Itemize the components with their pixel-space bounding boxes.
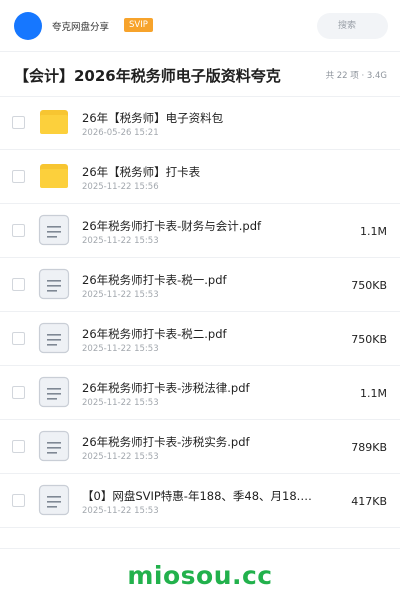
document-icon: [38, 268, 70, 300]
file-date: 2026-05-26 15:21: [82, 128, 159, 138]
folder-icon: [40, 164, 68, 188]
folder-meta: 共 22 项 · 3.4G: [325, 71, 387, 81]
file-date: 2025-11-22 15:53: [82, 452, 159, 462]
file-name: 26年税务师打卡表-财务与会计.pdf: [82, 219, 262, 233]
row-checkbox[interactable]: [12, 224, 25, 237]
svip-badge: SVIP: [124, 18, 153, 32]
file-size: 1.1M: [360, 387, 387, 400]
file-date: 2025-11-22 15:53: [82, 344, 159, 354]
file-size: 789KB: [351, 441, 387, 454]
file-size: 1.1M: [360, 225, 387, 238]
row-checkbox[interactable]: [12, 170, 25, 183]
row-checkbox[interactable]: [12, 278, 25, 291]
file-size: 417KB: [351, 495, 387, 508]
document-icon: [38, 214, 70, 246]
file-list: 26年【税务师】电子资料包 2026-05-26 15:21 26年【税务师】打…: [0, 96, 400, 528]
file-size: 750KB: [351, 333, 387, 346]
file-name: 26年税务师打卡表-税一.pdf: [82, 273, 227, 287]
file-size: 750KB: [351, 279, 387, 292]
avatar[interactable]: [14, 12, 42, 40]
document-icon: [38, 376, 70, 408]
list-item[interactable]: 26年【税务师】电子资料包 2026-05-26 15:21: [0, 96, 400, 150]
search-placeholder: 搜索: [337, 21, 356, 31]
list-item[interactable]: 26年税务师打卡表-税二.pdf 2025-11-22 15:53 750KB: [0, 312, 400, 366]
footer: miosou.cc: [0, 548, 400, 600]
file-name: 【0】网盘SVIP特惠-年188、季48、月18.…: [82, 489, 312, 503]
file-name: 26年税务师打卡表-税二.pdf: [82, 327, 227, 341]
folder-icon: [40, 110, 68, 134]
watermark: miosou.cc: [127, 561, 273, 590]
list-item[interactable]: 26年【税务师】打卡表 2025-11-22 15:56: [0, 150, 400, 204]
document-icon: [38, 322, 70, 354]
row-checkbox[interactable]: [12, 386, 25, 399]
row-checkbox[interactable]: [12, 494, 25, 507]
list-item[interactable]: 【0】网盘SVIP特惠-年188、季48、月18.… 2025-11-22 15…: [0, 474, 400, 528]
list-item[interactable]: 26年税务师打卡表-财务与会计.pdf 2025-11-22 15:53 1.1…: [0, 204, 400, 258]
row-checkbox[interactable]: [12, 440, 25, 453]
row-checkbox[interactable]: [12, 332, 25, 345]
folder-title-bar: 【会计】2026年税务师电子版资料夸克 共 22 项 · 3.4G: [0, 53, 400, 97]
file-name: 26年【税务师】电子资料包: [82, 111, 224, 125]
file-name: 26年【税务师】打卡表: [82, 165, 201, 179]
search-input[interactable]: 搜索: [317, 13, 388, 39]
list-item[interactable]: 26年税务师打卡表-涉税实务.pdf 2025-11-22 15:53 789K…: [0, 420, 400, 474]
document-icon: [38, 430, 70, 462]
file-name: 26年税务师打卡表-涉税实务.pdf: [82, 435, 250, 449]
file-date: 2025-11-22 15:53: [82, 398, 159, 408]
document-icon: [38, 484, 70, 516]
list-item[interactable]: 26年税务师打卡表-税一.pdf 2025-11-22 15:53 750KB: [0, 258, 400, 312]
file-date: 2025-11-22 15:56: [82, 182, 159, 192]
row-checkbox[interactable]: [12, 116, 25, 129]
page-title: 【会计】2026年税务师电子版资料夸克: [14, 67, 281, 85]
list-item[interactable]: 26年税务师打卡表-涉税法律.pdf 2025-11-22 15:53 1.1M: [0, 366, 400, 420]
file-date: 2025-11-22 15:53: [82, 290, 159, 300]
top-bar: 夸克网盘分享 SVIP 搜索: [0, 0, 400, 52]
file-date: 2025-11-22 15:53: [82, 506, 159, 516]
user-name: 夸克网盘分享: [52, 22, 110, 33]
file-date: 2025-11-22 15:53: [82, 236, 159, 246]
file-name: 26年税务师打卡表-涉税法律.pdf: [82, 381, 250, 395]
